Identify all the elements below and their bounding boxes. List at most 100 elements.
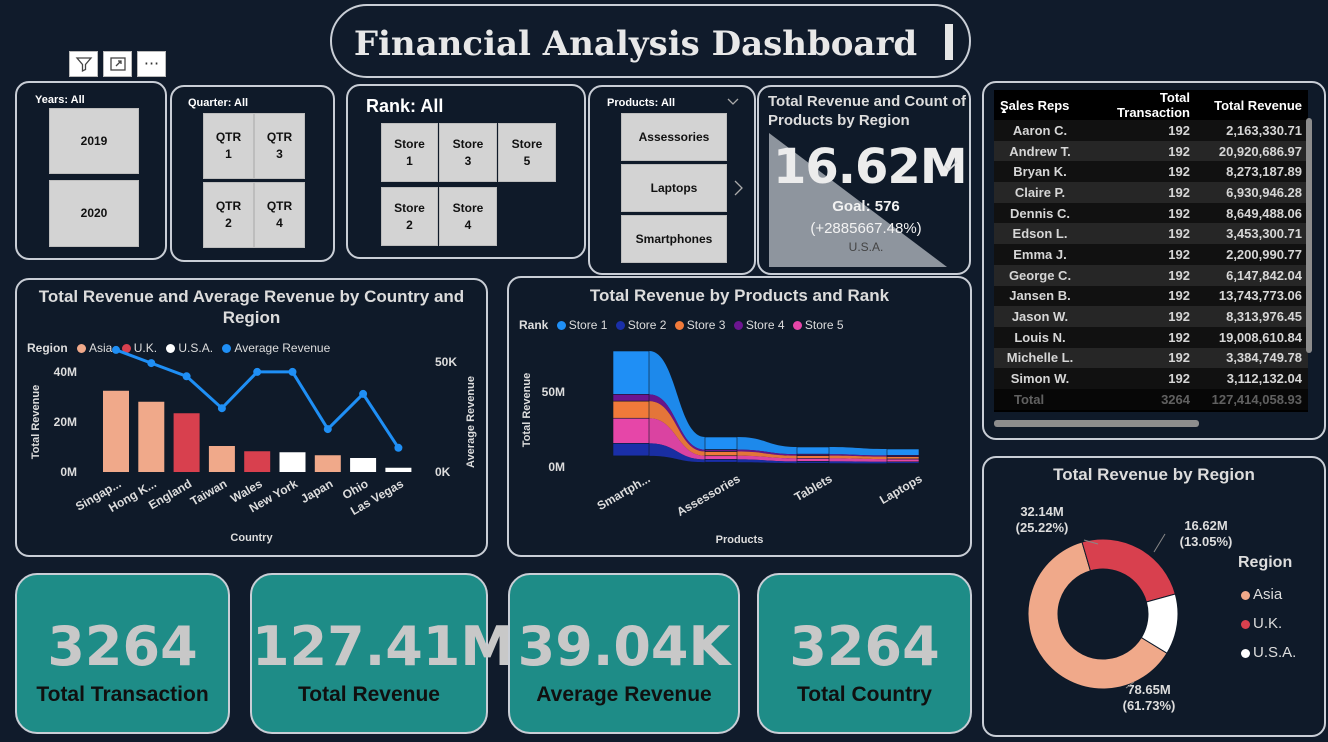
- kpi-total-revenue: 127.41M Total Revenue: [250, 573, 514, 734]
- y-tick-label: 40M: [54, 365, 77, 379]
- table-row[interactable]: Claire P. 192 6,930,946.28: [994, 182, 1308, 203]
- slice-percent-label: (13.05%): [1180, 534, 1233, 549]
- products-slicer-title: Products: All: [607, 97, 676, 109]
- years-option-2019[interactable]: 2019: [49, 108, 139, 174]
- table-row[interactable]: Louis N. 192 19,008,610.84: [994, 326, 1308, 348]
- column-header-total-revenue[interactable]: Total Revenue: [1196, 90, 1308, 120]
- table-row[interactable]: Edson L. 192 3,453,300.71: [994, 223, 1308, 245]
- kpi-card-goal: Goal: 576: [832, 198, 900, 215]
- x-tick-label: Japan: [298, 476, 335, 505]
- products-chart-plot: Total Revenue 50M 0M Smartph... Assessories T…: [521, 350, 925, 519]
- sales-reps-table-wrap: Sales Reps ▲ Total Transaction Total Reve…: [994, 90, 1308, 412]
- average-revenue-point: [182, 372, 191, 381]
- region-legend-uk: U.K.: [1253, 615, 1283, 632]
- rank-option-store4[interactable]: Store 4: [439, 187, 497, 246]
- table-row[interactable]: Bryan K. 192 8,273,187.89: [994, 161, 1308, 183]
- region-legend-title: Region: [1238, 554, 1293, 571]
- legend-dot: [1241, 649, 1250, 658]
- legend-dot: [1241, 620, 1250, 629]
- column-segment-Store 3: [612, 400, 650, 419]
- table-row[interactable]: Aaron C. 192 2,163,330.71: [994, 120, 1308, 141]
- y-axis-title: Total Revenue: [30, 385, 42, 459]
- column-segment-Store 3: [886, 456, 920, 460]
- quarter-option-qtr3[interactable]: QTR 3: [254, 113, 305, 179]
- vertical-scrollbar[interactable]: [1306, 118, 1312, 353]
- table-row[interactable]: Michelle L. 192 3,384,749.78: [994, 347, 1308, 369]
- rank-option-store3[interactable]: Store 3: [439, 123, 497, 182]
- title-accent-bar: [945, 24, 953, 60]
- rank-slicer: Rank: All Store 1 Store 3 Store 5 Store 2 St…: [346, 84, 586, 259]
- column-segment-Store 3: [796, 455, 830, 459]
- rep-name-cell: Simon W.: [994, 368, 1086, 389]
- x-tick-label: Tablets: [792, 471, 835, 504]
- bar-Las Vegas: [385, 467, 412, 472]
- revenue-cell: 6,147,842.04: [1196, 264, 1308, 286]
- column-segment-Store 4: [612, 394, 650, 402]
- quarter-option-qtr4[interactable]: QTR 4: [254, 182, 305, 248]
- kpi-card-value: 16.62M: [773, 139, 968, 195]
- products-option-laptops[interactable]: Laptops: [621, 164, 727, 212]
- rep-name-cell: Edson L.: [994, 223, 1086, 245]
- column-header-label: Total Transaction: [1117, 90, 1190, 120]
- transaction-cell: 192: [1086, 244, 1196, 265]
- horizontal-scrollbar[interactable]: [994, 420, 1199, 427]
- filter-icon[interactable]: [69, 51, 98, 77]
- column-segment-Store 2: [704, 459, 738, 463]
- slice-percent-label: (25.22%): [1016, 520, 1069, 535]
- bar-Ohio: [350, 458, 377, 472]
- column-header-total-transaction[interactable]: Total Transaction: [1086, 90, 1196, 120]
- table-row[interactable]: Emma J. 192 2,200,990.77: [994, 244, 1308, 265]
- chevron-down-icon[interactable]: [727, 97, 739, 107]
- more-options-icon[interactable]: ···: [137, 51, 166, 77]
- products-option-smartphones[interactable]: Smartphones: [621, 215, 727, 263]
- average-revenue-point: [112, 345, 120, 354]
- revenue-cell: 2,200,990.77: [1196, 244, 1308, 265]
- rank-option-store5[interactable]: Store 5: [498, 123, 556, 182]
- region-legend-item: Asia: [1241, 580, 1296, 609]
- kpi-card-title: Total Revenue and Count of Products by R…: [768, 93, 967, 129]
- products-option-assessories[interactable]: Assessories: [621, 113, 727, 161]
- revenue-cell: 19,008,610.84: [1196, 326, 1308, 348]
- column-segment-Store 3: [704, 451, 738, 457]
- products-revenue-chart: Total Revenue by Products and Rank Rank …: [507, 276, 972, 557]
- rep-name-cell: Dennis C.: [994, 202, 1086, 224]
- rank-option-store1[interactable]: Store 1: [381, 123, 438, 182]
- rep-name-cell: Jansen B.: [994, 285, 1086, 307]
- bar-Japan: [314, 455, 341, 472]
- slice-percent-label: (61.73%): [1123, 698, 1176, 713]
- kpi-value: 39.04K: [517, 615, 731, 678]
- products-x-axis-title: Products: [715, 534, 764, 546]
- total-transaction: 3264: [1086, 388, 1196, 410]
- transaction-cell: 192: [1086, 202, 1196, 224]
- kpi-value: 3264: [47, 615, 198, 678]
- slice-U.K.: [1081, 538, 1176, 603]
- column-segment-Store 1: [704, 436, 738, 450]
- table-row[interactable]: Andrew T. 192 20,920,686.97: [994, 140, 1308, 162]
- rep-name-cell: Bryan K.: [994, 161, 1086, 183]
- table-row[interactable]: George C. 192 6,147,842.04: [994, 264, 1308, 286]
- y-tick-label: 20M: [54, 415, 77, 429]
- years-option-2020[interactable]: 2020: [49, 180, 139, 247]
- quarter-option-qtr1[interactable]: QTR 1: [203, 113, 254, 179]
- table-row[interactable]: Simon W. 192 3,112,132.04: [994, 368, 1308, 389]
- average-revenue-point: [147, 359, 156, 368]
- table-row[interactable]: Jason W. 192 8,313,976.45: [994, 306, 1308, 327]
- region-legend-item: U.K.: [1241, 609, 1296, 638]
- rep-name-cell: George C.: [994, 264, 1086, 286]
- column-segment-Store 1: [886, 448, 920, 456]
- focus-mode-icon[interactable]: [103, 51, 132, 77]
- kpi-label: Average Revenue: [536, 683, 712, 706]
- table-row[interactable]: Dennis C. 192 8,649,488.06: [994, 202, 1308, 224]
- rank-option-store2[interactable]: Store 2: [381, 187, 438, 246]
- revenue-cell: 3,112,132.04: [1196, 368, 1308, 389]
- chevron-right-icon[interactable]: [733, 179, 745, 197]
- quarter-option-qtr2[interactable]: QTR 2: [203, 182, 254, 248]
- transaction-cell: 192: [1086, 285, 1196, 307]
- sales-reps-table: Sales Reps ▲ Total Transaction Total Reve…: [994, 90, 1308, 410]
- transaction-cell: 192: [1086, 161, 1196, 183]
- column-header-sales-reps[interactable]: Sales Reps ▲: [994, 90, 1086, 120]
- y-tick-label: 0M: [60, 465, 77, 479]
- table-row[interactable]: Jansen B. 192 13,743,773.06: [994, 285, 1308, 307]
- y2-tick-label: 0K: [435, 465, 451, 479]
- check-icon: [944, 161, 958, 172]
